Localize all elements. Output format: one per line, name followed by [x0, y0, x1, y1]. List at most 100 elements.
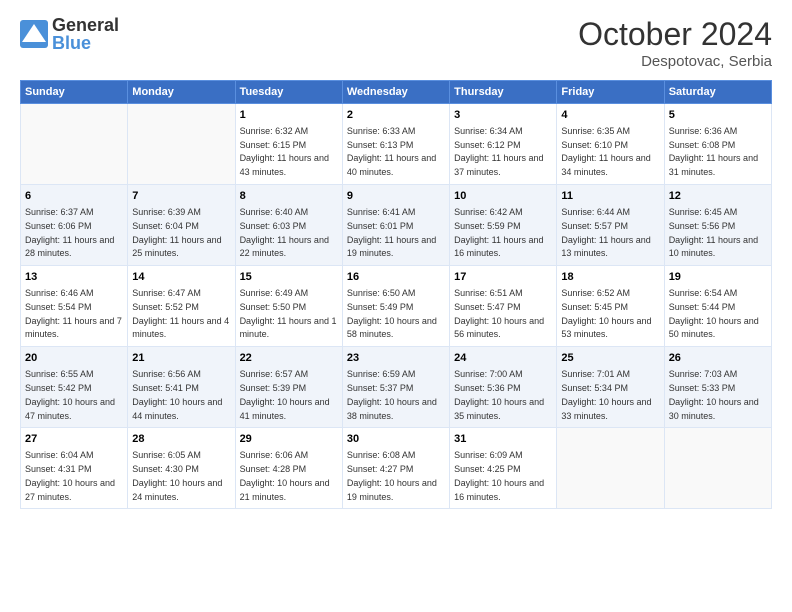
day-info: Sunrise: 6:39 AM Sunset: 6:04 PM Dayligh…	[132, 207, 221, 258]
col-sunday: Sunday	[21, 81, 128, 104]
calendar-cell: 4 Sunrise: 6:35 AM Sunset: 6:10 PM Daylig…	[557, 104, 664, 185]
day-info: Sunrise: 6:40 AM Sunset: 6:03 PM Dayligh…	[240, 207, 329, 258]
day-info: Sunrise: 6:50 AM Sunset: 5:49 PM Dayligh…	[347, 288, 437, 339]
day-info: Sunrise: 6:56 AM Sunset: 5:41 PM Dayligh…	[132, 369, 222, 420]
day-number: 20	[25, 351, 123, 366]
calendar-cell: 16 Sunrise: 6:50 AM Sunset: 5:49 PM Dayli…	[342, 266, 449, 347]
day-number: 26	[669, 351, 767, 366]
location: Despotovac, Serbia	[578, 53, 772, 70]
day-info: Sunrise: 6:59 AM Sunset: 5:37 PM Dayligh…	[347, 369, 437, 420]
calendar-header-row: Sunday Monday Tuesday Wednesday Thursday…	[21, 81, 772, 104]
day-info: Sunrise: 6:09 AM Sunset: 4:25 PM Dayligh…	[454, 450, 544, 501]
logo: General Blue	[20, 16, 119, 52]
day-number: 23	[347, 351, 445, 366]
day-number: 11	[561, 189, 659, 204]
day-number: 14	[132, 270, 230, 285]
title-block: October 2024 Despotovac, Serbia	[578, 16, 772, 70]
calendar-cell: 24Sunrise: 7:00 AM Sunset: 5:36 PM Dayli…	[450, 347, 557, 428]
day-number: 31	[454, 432, 552, 447]
day-info: Sunrise: 6:04 AM Sunset: 4:31 PM Dayligh…	[25, 450, 115, 501]
calendar-cell: 29Sunrise: 6:06 AM Sunset: 4:28 PM Dayli…	[235, 428, 342, 509]
day-number: 13	[25, 270, 123, 285]
day-info: Sunrise: 6:46 AM Sunset: 5:54 PM Dayligh…	[25, 288, 122, 339]
calendar-cell: 25 Sunrise: 7:01 AM Sunset: 5:34 PM Dayli…	[557, 347, 664, 428]
day-info: Sunrise: 6:35 AM Sunset: 6:10 PM Dayligh…	[561, 126, 650, 177]
logo-general-text: General	[52, 16, 119, 34]
calendar-cell: 30 Sunrise: 6:08 AM Sunset: 4:27 PM Dayli…	[342, 428, 449, 509]
calendar-cell: 1Sunrise: 6:32 AM Sunset: 6:15 PM Daylig…	[235, 104, 342, 185]
calendar-cell: 17Sunrise: 6:51 AM Sunset: 5:47 PM Dayli…	[450, 266, 557, 347]
day-info: Sunrise: 7:01 AM Sunset: 5:34 PM Dayligh…	[561, 369, 651, 420]
calendar-cell: 22 Sunrise: 6:57 AM Sunset: 5:39 PM Dayli…	[235, 347, 342, 428]
day-number: 17	[454, 270, 552, 285]
day-info: Sunrise: 6:37 AM Sunset: 6:06 PM Dayligh…	[25, 207, 114, 258]
calendar-cell: 3 Sunrise: 6:34 AM Sunset: 6:12 PM Daylig…	[450, 104, 557, 185]
day-number: 28	[132, 432, 230, 447]
calendar-cell: 11 Sunrise: 6:44 AM Sunset: 5:57 PM Dayli…	[557, 185, 664, 266]
calendar-cell: 10 Sunrise: 6:42 AM Sunset: 5:59 PM Dayli…	[450, 185, 557, 266]
day-number: 7	[132, 189, 230, 204]
calendar-cell: 20 Sunrise: 6:55 AM Sunset: 5:42 PM Dayli…	[21, 347, 128, 428]
day-number: 2	[347, 108, 445, 123]
calendar-cell: 28 Sunrise: 6:05 AM Sunset: 4:30 PM Dayli…	[128, 428, 235, 509]
day-info: Sunrise: 7:03 AM Sunset: 5:33 PM Dayligh…	[669, 369, 759, 420]
col-monday: Monday	[128, 81, 235, 104]
col-friday: Friday	[557, 81, 664, 104]
calendar-cell	[557, 428, 664, 509]
day-number: 25	[561, 351, 659, 366]
day-info: Sunrise: 6:41 AM Sunset: 6:01 PM Dayligh…	[347, 207, 436, 258]
logo-text: General Blue	[52, 16, 119, 52]
day-number: 19	[669, 270, 767, 285]
calendar-cell	[664, 428, 771, 509]
calendar-week-2: 13 Sunrise: 6:46 AM Sunset: 5:54 PM Dayli…	[21, 266, 772, 347]
day-number: 4	[561, 108, 659, 123]
calendar-cell: 27 Sunrise: 6:04 AM Sunset: 4:31 PM Dayli…	[21, 428, 128, 509]
calendar-cell	[128, 104, 235, 185]
calendar-cell: 31 Sunrise: 6:09 AM Sunset: 4:25 PM Dayli…	[450, 428, 557, 509]
day-number: 27	[25, 432, 123, 447]
calendar-cell: 9 Sunrise: 6:41 AM Sunset: 6:01 PM Daylig…	[342, 185, 449, 266]
calendar-cell: 6 Sunrise: 6:37 AM Sunset: 6:06 PM Daylig…	[21, 185, 128, 266]
day-info: Sunrise: 6:34 AM Sunset: 6:12 PM Dayligh…	[454, 126, 543, 177]
col-tuesday: Tuesday	[235, 81, 342, 104]
calendar-cell: 12 Sunrise: 6:45 AM Sunset: 5:56 PM Dayli…	[664, 185, 771, 266]
calendar-cell	[21, 104, 128, 185]
col-wednesday: Wednesday	[342, 81, 449, 104]
calendar-cell: 2 Sunrise: 6:33 AM Sunset: 6:13 PM Daylig…	[342, 104, 449, 185]
day-number: 30	[347, 432, 445, 447]
day-info: Sunrise: 6:47 AM Sunset: 5:52 PM Dayligh…	[132, 288, 229, 339]
day-info: Sunrise: 6:32 AM Sunset: 6:15 PM Dayligh…	[240, 126, 329, 177]
day-info: Sunrise: 6:49 AM Sunset: 5:50 PM Dayligh…	[240, 288, 337, 339]
page: General Blue October 2024 Despotovac, Se…	[0, 0, 792, 612]
day-info: Sunrise: 6:57 AM Sunset: 5:39 PM Dayligh…	[240, 369, 330, 420]
day-info: Sunrise: 6:06 AM Sunset: 4:28 PM Dayligh…	[240, 450, 330, 501]
day-number: 16	[347, 270, 445, 285]
day-number: 12	[669, 189, 767, 204]
day-number: 21	[132, 351, 230, 366]
day-info: Sunrise: 6:05 AM Sunset: 4:30 PM Dayligh…	[132, 450, 222, 501]
header: General Blue October 2024 Despotovac, Se…	[20, 16, 772, 70]
day-number: 5	[669, 108, 767, 123]
day-info: Sunrise: 6:33 AM Sunset: 6:13 PM Dayligh…	[347, 126, 436, 177]
calendar-week-0: 1Sunrise: 6:32 AM Sunset: 6:15 PM Daylig…	[21, 104, 772, 185]
day-number: 6	[25, 189, 123, 204]
calendar-cell: 18 Sunrise: 6:52 AM Sunset: 5:45 PM Dayli…	[557, 266, 664, 347]
day-number: 10	[454, 189, 552, 204]
calendar-table: Sunday Monday Tuesday Wednesday Thursday…	[20, 80, 772, 509]
day-number: 22	[240, 351, 338, 366]
day-info: Sunrise: 6:52 AM Sunset: 5:45 PM Dayligh…	[561, 288, 651, 339]
day-number: 18	[561, 270, 659, 285]
day-info: Sunrise: 6:44 AM Sunset: 5:57 PM Dayligh…	[561, 207, 650, 258]
day-info: Sunrise: 6:08 AM Sunset: 4:27 PM Dayligh…	[347, 450, 437, 501]
col-saturday: Saturday	[664, 81, 771, 104]
calendar-cell: 26 Sunrise: 7:03 AM Sunset: 5:33 PM Dayli…	[664, 347, 771, 428]
day-info: Sunrise: 6:45 AM Sunset: 5:56 PM Dayligh…	[669, 207, 758, 258]
day-info: Sunrise: 6:55 AM Sunset: 5:42 PM Dayligh…	[25, 369, 115, 420]
calendar-week-1: 6 Sunrise: 6:37 AM Sunset: 6:06 PM Daylig…	[21, 185, 772, 266]
day-number: 3	[454, 108, 552, 123]
day-number: 9	[347, 189, 445, 204]
calendar-cell: 15 Sunrise: 6:49 AM Sunset: 5:50 PM Dayli…	[235, 266, 342, 347]
day-info: Sunrise: 6:42 AM Sunset: 5:59 PM Dayligh…	[454, 207, 543, 258]
day-number: 15	[240, 270, 338, 285]
day-info: Sunrise: 6:54 AM Sunset: 5:44 PM Dayligh…	[669, 288, 759, 339]
